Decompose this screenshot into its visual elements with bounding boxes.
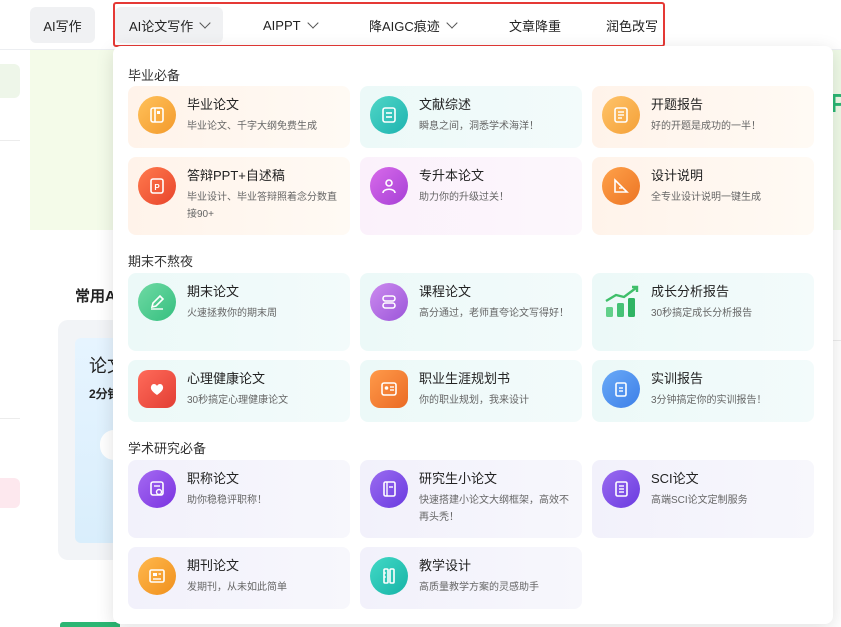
card-desc: 快速搭建小论文大纲框架，高效不再头秃！ (419, 495, 569, 523)
card-title: 答辩PPT+自述稿 (187, 168, 285, 183)
section-title: 期末不熬夜 (128, 254, 194, 269)
card-title: 实训报告 (651, 371, 704, 386)
card-course-thesis[interactable]: 课程论文 高分通过，老师直夸论文写得好！ (360, 273, 582, 351)
ai-write-button[interactable]: AI写作 (30, 7, 95, 43)
card-growth-report[interactable]: 成长分析报告 30秒搞定成长分析报告 (592, 273, 814, 351)
person-icon (370, 167, 408, 205)
card-graduation-thesis[interactable]: 毕业论文 毕业论文、千字大纲免费生成 (128, 86, 350, 148)
sidebar-divider (0, 140, 20, 141)
card-desc: 30秒搞定成长分析报告 (651, 308, 753, 319)
card-professional-title-thesis[interactable]: 职称论文 助你稳稳评职称！ (128, 460, 350, 538)
pen-icon (138, 283, 176, 321)
card-career-plan[interactable]: 职业生涯规划书 你的职业规划，我来设计 (360, 360, 582, 422)
profile-card-icon (370, 370, 408, 408)
card-title: 研究生小论文 (419, 471, 498, 486)
card-desc: 助力你的升级过关！ (419, 192, 509, 203)
card-desc: 3分钟搞定你的实训报告！ (651, 395, 767, 406)
certificate-icon (138, 470, 176, 508)
card-upgrade-thesis[interactable]: 专升本论文 助力你的升级过关！ (360, 157, 582, 235)
left-sidebar (0, 50, 30, 627)
card-desc: 毕业论文、千字大纲免费生成 (187, 121, 317, 132)
sidebar-active-item[interactable] (0, 64, 20, 98)
card-final-thesis[interactable]: 期末论文 火速拯救你的期末周 (128, 273, 350, 351)
growth-chart-icon (602, 283, 640, 321)
ruler-icon (370, 557, 408, 595)
card-desc: 瞬息之间，洞悉学术海洋！ (419, 121, 539, 132)
card-title: 专升本论文 (419, 168, 485, 183)
card-literature-review[interactable]: 文献综述 瞬息之间，洞悉学术海洋！ (360, 86, 582, 148)
notebook-icon (138, 96, 176, 134)
card-title: 设计说明 (651, 168, 704, 183)
scroll-icon (370, 283, 408, 321)
card-mental-health-thesis[interactable]: 心理健康论文 30秒搞定心理健康论文 (128, 360, 350, 422)
card-title: 毕业论文 (187, 97, 240, 112)
document-icon (370, 96, 408, 134)
card-title: 期刊论文 (187, 558, 240, 573)
card-journal-paper[interactable]: 期刊论文 发期刊，从未如此简单 (128, 547, 350, 609)
ai-paper-dropdown: 毕业必备 毕业论文 毕业论文、千字大纲免费生成 文献综述 瞬息之间，洞悉学术海洋… (113, 46, 833, 624)
card-title: 职业生涯规划书 (419, 371, 511, 386)
card-desc: 高分通过，老师直夸论文写得好！ (419, 308, 569, 319)
card-desc: 助你稳稳评职称！ (187, 495, 267, 506)
sidebar-item[interactable] (0, 478, 20, 508)
book-icon (370, 470, 408, 508)
card-sci-paper[interactable]: SCI论文 高端SCI论文定制服务 (592, 460, 814, 538)
card-title: 教学设计 (419, 558, 472, 573)
card-desc: 30秒搞定心理健康论文 (187, 395, 289, 406)
card-desc: 高质量教学方案的灵感助手 (419, 582, 539, 593)
card-desc: 火速拯救你的期末周 (187, 308, 277, 319)
sci-book-icon (602, 470, 640, 508)
card-defense-ppt[interactable]: P 答辩PPT+自述稿 毕业设计、毕业答辩照着念分数直接90+ (128, 157, 350, 235)
card-title: 开题报告 (651, 97, 704, 112)
highlight-box (113, 2, 665, 47)
card-desc: 你的职业规划，我来设计 (419, 395, 529, 406)
card-internship-report[interactable]: 实训报告 3分钟搞定你的实训报告！ (592, 360, 814, 422)
section-title: 学术研究必备 (128, 441, 207, 456)
card-title: 期末论文 (187, 284, 240, 299)
card-title: 成长分析报告 (651, 284, 730, 299)
section-title: 毕业必备 (128, 68, 181, 83)
card-opening-report[interactable]: 开题报告 好的开题是成功的一半！ (592, 86, 814, 148)
card-desc: 全专业设计说明一键生成 (651, 192, 761, 203)
sidebar-divider (0, 418, 20, 419)
card-teaching-design[interactable]: 教学设计 高质量教学方案的灵感助手 (360, 547, 582, 609)
card-title: 心理健康论文 (187, 371, 266, 386)
card-graduate-paper[interactable]: 研究生小论文 快速搭建小论文大纲框架，高效不再头秃！ (360, 460, 582, 538)
divider (833, 340, 841, 341)
heart-icon (138, 370, 176, 408)
card-desc: 毕业设计、毕业答辩照着念分数直接90+ (187, 192, 337, 220)
card-desc: 发期刊，从未如此简单 (187, 582, 287, 593)
top-navigation: AI写作 AI论文写作 AIPPT 降AIGC痕迹 文章降重 润色改写 (0, 0, 841, 50)
design-icon (602, 167, 640, 205)
card-title: 课程论文 (419, 284, 472, 299)
card-desc: 好的开题是成功的一半！ (651, 121, 761, 132)
card-title: 文献综述 (419, 97, 472, 112)
bottom-accent (60, 622, 120, 627)
card-desc: 高端SCI论文定制服务 (651, 495, 748, 506)
card-title: SCI论文 (651, 471, 699, 486)
card-design-description[interactable]: 设计说明 全专业设计说明一键生成 (592, 157, 814, 235)
newspaper-icon (138, 557, 176, 595)
svg-text:P: P (154, 183, 160, 192)
report-icon (602, 96, 640, 134)
ppt-icon: P (138, 167, 176, 205)
clipboard-icon (602, 370, 640, 408)
card-title: 职称论文 (187, 471, 240, 486)
